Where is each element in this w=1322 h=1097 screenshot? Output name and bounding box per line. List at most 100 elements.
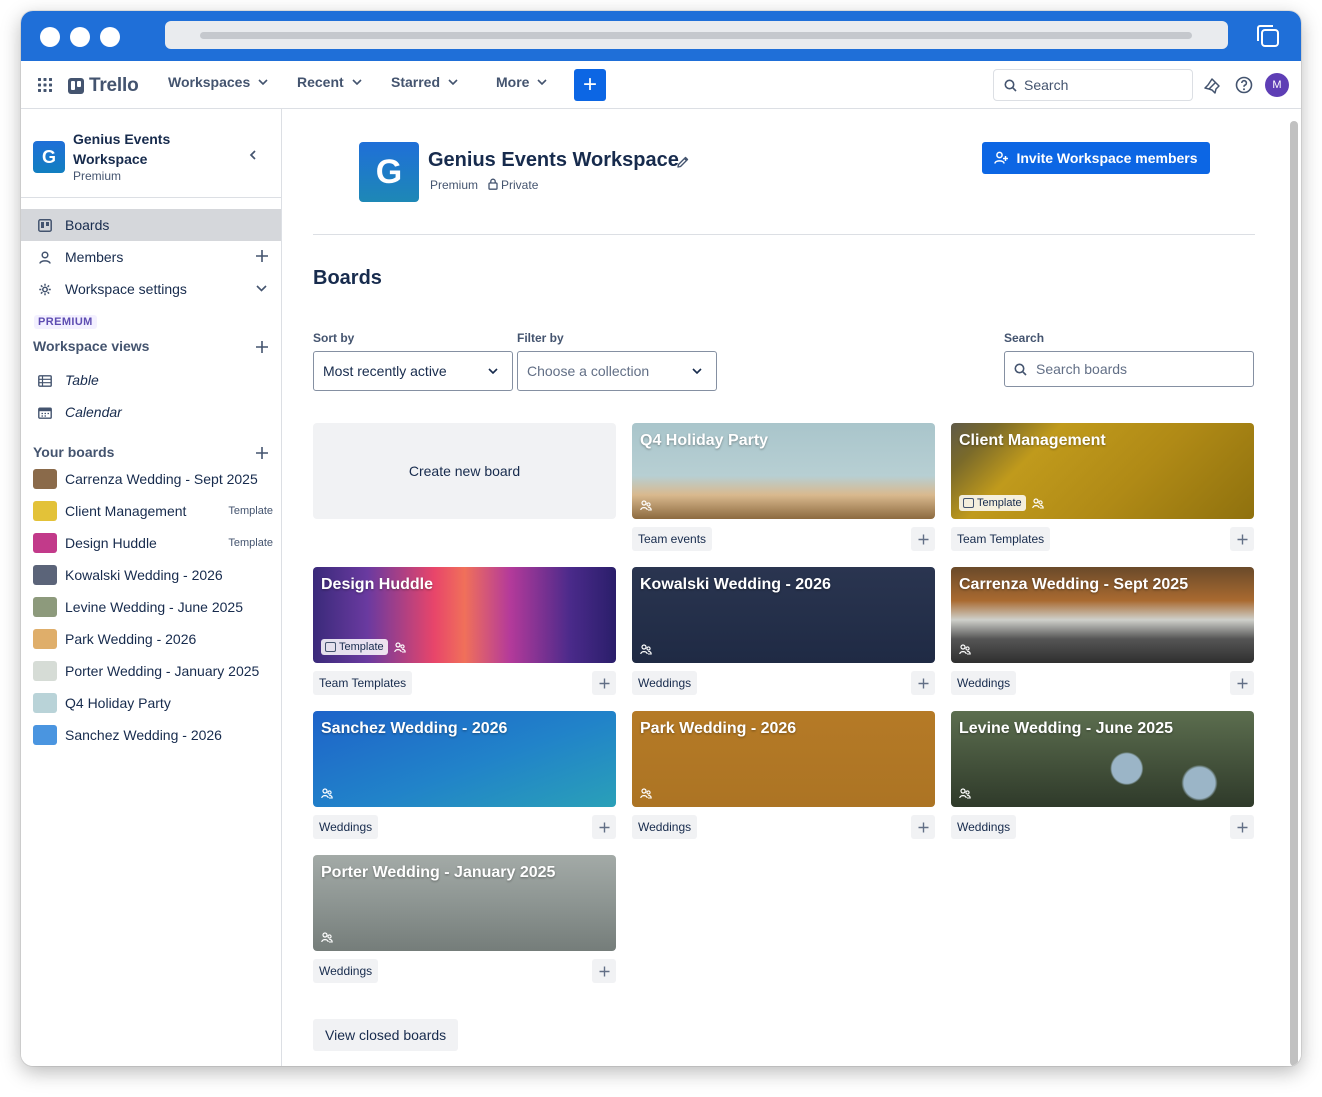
sidebar-board-item[interactable]: Sanchez Wedding - 2026	[33, 723, 273, 747]
sidebar-board-item[interactable]: Park Wedding - 2026	[33, 627, 273, 651]
template-icon	[963, 498, 974, 508]
add-to-collection-button[interactable]	[911, 815, 935, 839]
add-board-icon[interactable]	[255, 446, 269, 460]
gear-icon	[39, 283, 51, 296]
nav-recent[interactable]: Recent	[297, 74, 362, 90]
create-new-board-tile[interactable]: Create new board	[313, 423, 616, 519]
board-tile[interactable]: Carrenza Wedding - Sept 2025	[951, 567, 1254, 663]
collection-tag[interactable]: Team Templates	[313, 671, 413, 695]
template-badge: Template	[959, 495, 1026, 511]
tabs-icon[interactable]	[1255, 23, 1281, 49]
board-tile[interactable]: Porter Wedding - January 2025	[313, 855, 616, 951]
board-tile[interactable]: Q4 Holiday Party	[632, 423, 935, 519]
board-tile[interactable]: Sanchez Wedding - 2026	[313, 711, 616, 807]
collection-tag[interactable]: Weddings	[951, 671, 1017, 695]
scrollbar[interactable]	[1290, 121, 1298, 1066]
board-tile[interactable]: Design Huddle Template	[313, 567, 616, 663]
board-icon	[38, 219, 52, 232]
workspace-visible-icon	[959, 788, 971, 799]
workspace-visibility: Private	[488, 178, 538, 192]
add-to-collection-button[interactable]	[911, 671, 935, 695]
nav-more[interactable]: More	[496, 74, 548, 90]
board-thumbnail	[33, 629, 57, 649]
collection-tag[interactable]: Weddings	[313, 959, 379, 983]
person-icon	[39, 251, 51, 264]
window-close-button[interactable]	[40, 27, 60, 47]
sidebar-workspace-name: Genius Events Workspace	[73, 131, 171, 167]
window-minimize-button[interactable]	[70, 27, 90, 47]
add-to-collection-button[interactable]	[911, 527, 935, 551]
workspace-visible-icon	[321, 932, 333, 943]
chevron-down-icon	[488, 368, 498, 374]
view-closed-boards-button[interactable]: View closed boards	[313, 1019, 459, 1051]
add-view-icon[interactable]	[255, 340, 269, 354]
collection-tag[interactable]: Team events	[632, 527, 713, 551]
sidebar-board-item[interactable]: Q4 Holiday Party	[33, 691, 273, 715]
plus-icon	[918, 822, 928, 832]
add-member-icon[interactable]	[255, 249, 269, 263]
board-tile[interactable]: Client Management Template	[951, 423, 1254, 519]
board-tile[interactable]: Kowalski Wedding - 2026	[632, 567, 935, 663]
nav-workspaces[interactable]: Workspaces	[168, 74, 268, 90]
add-to-collection-button[interactable]	[592, 671, 616, 695]
chevron-down-icon	[256, 285, 267, 292]
collection-tag[interactable]: Weddings	[951, 815, 1017, 839]
trello-logo-text: Trello	[89, 75, 139, 96]
sidebar-board-item[interactable]: Design Huddle Template	[33, 531, 273, 555]
lock-icon	[488, 178, 498, 190]
global-search-input[interactable]: Search	[993, 69, 1193, 101]
sidebar-board-item[interactable]: Carrenza Wedding - Sept 2025	[33, 467, 273, 491]
board-tile-title: Levine Wedding - June 2025	[959, 720, 1173, 737]
address-bar[interactable]	[165, 21, 1228, 49]
notifications-icon[interactable]	[1203, 75, 1223, 95]
template-icon	[325, 642, 336, 652]
sidebar-board-item[interactable]: Levine Wedding - June 2025	[33, 595, 273, 619]
view-table[interactable]: Table	[65, 372, 99, 388]
sidebar: G Genius Events Workspace Premium Boards…	[21, 109, 282, 1066]
user-avatar[interactable]: M	[1265, 73, 1289, 97]
add-to-collection-button[interactable]	[592, 815, 616, 839]
template-badge-label: Template	[977, 497, 1022, 509]
workspace-visible-icon	[321, 788, 333, 799]
sidebar-item-workspace-settings[interactable]: Workspace settings	[21, 273, 281, 305]
board-tile[interactable]: Park Wedding - 2026	[632, 711, 935, 807]
board-tile[interactable]: Levine Wedding - June 2025	[951, 711, 1254, 807]
collection-tag[interactable]: Weddings	[313, 815, 379, 839]
nav-starred[interactable]: Starred	[391, 74, 458, 90]
plus-icon	[1237, 822, 1247, 832]
sidebar-board-item[interactable]: Porter Wedding - January 2025	[33, 659, 273, 683]
workspace-views-heading: Workspace views	[33, 338, 150, 354]
sort-select[interactable]: Most recently active	[313, 351, 513, 391]
collection-tag[interactable]: Team Templates	[951, 527, 1051, 551]
create-button[interactable]: +	[574, 69, 606, 101]
view-calendar[interactable]: Calendar	[65, 404, 122, 420]
help-icon[interactable]	[1234, 75, 1254, 95]
board-thumbnail	[33, 501, 57, 521]
sidebar-item-members[interactable]: Members	[21, 241, 281, 273]
board-tile-footer	[640, 500, 652, 511]
board-tile-footer	[959, 644, 971, 655]
sidebar-board-item[interactable]: Kowalski Wedding - 2026	[33, 563, 273, 587]
collection-tag[interactable]: Weddings	[632, 815, 698, 839]
add-to-collection-button[interactable]	[1230, 815, 1254, 839]
trello-logo[interactable]: Trello	[68, 75, 139, 97]
add-to-collection-button[interactable]	[592, 959, 616, 983]
add-to-collection-button[interactable]	[1230, 527, 1254, 551]
trello-logo-icon	[68, 78, 84, 94]
workspace-plan-label: Premium	[430, 178, 479, 192]
add-to-collection-button[interactable]	[1230, 671, 1254, 695]
workspace-visibility-label: Private	[501, 178, 539, 192]
invite-members-button[interactable]: Invite Workspace members	[982, 142, 1210, 174]
pencil-icon[interactable]	[676, 155, 690, 169]
window-zoom-button[interactable]	[100, 27, 120, 47]
filter-select-placeholder: Choose a collection	[527, 363, 650, 379]
filter-select[interactable]: Choose a collection	[517, 351, 717, 391]
collection-tag[interactable]: Weddings	[632, 671, 698, 695]
sidebar-board-name: Design Huddle	[65, 535, 157, 551]
app-switcher-icon[interactable]	[37, 77, 53, 93]
sidebar-board-item[interactable]: Client Management Template	[33, 499, 273, 523]
search-boards-input[interactable]: Search boards	[1004, 351, 1254, 387]
sidebar-item-boards[interactable]: Boards	[21, 209, 281, 241]
collapse-sidebar-icon[interactable]	[248, 149, 258, 161]
board-tile-footer: Template	[321, 639, 406, 655]
